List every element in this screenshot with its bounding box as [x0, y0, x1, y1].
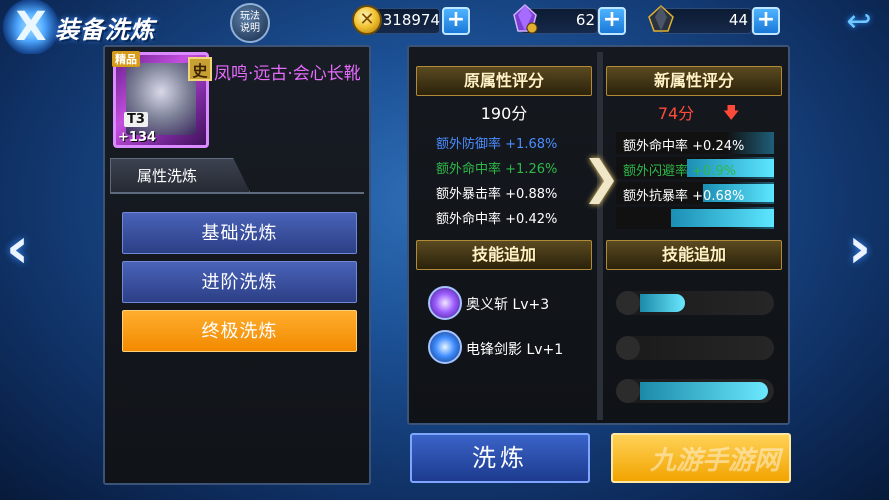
coin-count: 318974: [382, 11, 440, 29]
old-attr-value: +1.68%: [505, 137, 558, 152]
old-score-header: 原属性评分: [416, 66, 592, 96]
ultimate-refine-button[interactable]: 终极洗炼: [122, 310, 357, 352]
new-attr-value: +0.68%: [692, 189, 745, 204]
equipment-card[interactable]: 精品 史 T3 +134: [112, 51, 212, 148]
advanced-refine-button[interactable]: 进阶洗炼: [122, 261, 357, 303]
new-attr-label: 额外抗暴率: [623, 189, 689, 204]
old-attr-label: 额外防御率: [436, 137, 502, 152]
old-attr-line: 额外防御率 +1.68%: [436, 133, 557, 152]
new-attr-value: +0.9%: [692, 164, 737, 179]
old-attr-label: 额外命中率: [436, 162, 502, 177]
tier-badge: T3: [124, 112, 148, 127]
enhance-level: +134: [118, 130, 157, 145]
new-skill-bar: [616, 291, 774, 315]
add-purple-crystal-button[interactable]: +: [598, 7, 626, 35]
add-dark-crystal-button[interactable]: +: [752, 7, 780, 35]
score-down-arrow-icon: 🡇: [723, 103, 740, 122]
quality-badge: 精品: [112, 51, 140, 67]
tab-divider: [110, 192, 364, 194]
column-divider: [597, 52, 603, 420]
next-equipment-arrow-icon[interactable]: ›: [848, 216, 871, 281]
help-button[interactable]: 玩法 说明: [230, 3, 270, 43]
previous-equipment-arrow-icon[interactable]: ‹: [6, 216, 29, 281]
equipment-name: 凤鸣·远古·会心长靴: [214, 64, 361, 84]
skill-name: 电锋剑影 Lv+1: [466, 342, 564, 358]
back-icon[interactable]: ↩: [840, 4, 878, 40]
sword-skill-icon: [428, 286, 462, 320]
old-attr-value: +0.88%: [505, 187, 558, 202]
new-attr-line: 额外抗暴率 +0.68%: [623, 185, 744, 204]
help-label-line1: 玩法: [240, 11, 260, 22]
dark-crystal-count: 44: [728, 11, 748, 29]
add-coins-button[interactable]: +: [442, 7, 470, 35]
page-title: 装备洗炼: [55, 16, 155, 44]
new-attr-fill: [671, 209, 774, 227]
grade-badge: 史: [188, 57, 212, 81]
game-logo-icon: X: [2, 0, 60, 54]
new-skill-bar: [616, 336, 774, 360]
new-skill-bar: [616, 379, 774, 403]
old-attr-line: 额外命中率 +0.42%: [436, 208, 557, 227]
refine-button[interactable]: 洗炼: [410, 433, 590, 483]
old-attr-label: 额外命中率: [436, 212, 502, 227]
old-attr-line: 额外命中率 +1.26%: [436, 158, 557, 177]
old-attr-label: 额外暴击率: [436, 187, 502, 202]
compare-arrow-icon: ❯: [582, 150, 621, 204]
tab-attribute-refine[interactable]: 属性洗炼: [110, 158, 250, 192]
skill-name: 奥义斩 Lv+3: [466, 297, 550, 313]
new-attr-label: 额外命中率: [623, 139, 689, 154]
skill-slot-cap: [616, 291, 640, 315]
new-attr-bar: [616, 207, 774, 229]
new-attr-line: 额外命中率 +0.24%: [623, 135, 744, 154]
purple-crystal-icon: [513, 3, 538, 34]
old-attr-value: +1.26%: [505, 162, 558, 177]
skill-slot-cap: [616, 379, 640, 403]
purple-crystal-count: 62: [575, 11, 595, 29]
old-score: 190分: [480, 104, 528, 123]
lightning-skill-icon: [428, 330, 462, 364]
old-attr-line: 额外暴击率 +0.88%: [436, 183, 557, 202]
new-attr-value: +0.24%: [692, 139, 745, 154]
new-score-header: 新属性评分: [606, 66, 782, 96]
skill-bar-fill: [640, 382, 768, 400]
old-skill-header: 技能追加: [416, 240, 592, 270]
skill-slot-cap: [616, 336, 640, 360]
new-attr-label: 额外闪避率: [623, 164, 689, 179]
watermark: 九游手游网: [650, 446, 781, 476]
basic-refine-button[interactable]: 基础洗炼: [122, 212, 357, 254]
old-attr-value: +0.42%: [505, 212, 558, 227]
help-label-line2: 说明: [240, 23, 260, 34]
gold-coin-icon: ✕: [352, 5, 382, 35]
new-attr-line: 额外闪避率 +0.9%: [623, 160, 736, 179]
new-skill-header: 技能追加: [606, 240, 782, 270]
dark-crystal-icon: [648, 4, 674, 32]
skill-bar-fill: [640, 294, 685, 312]
